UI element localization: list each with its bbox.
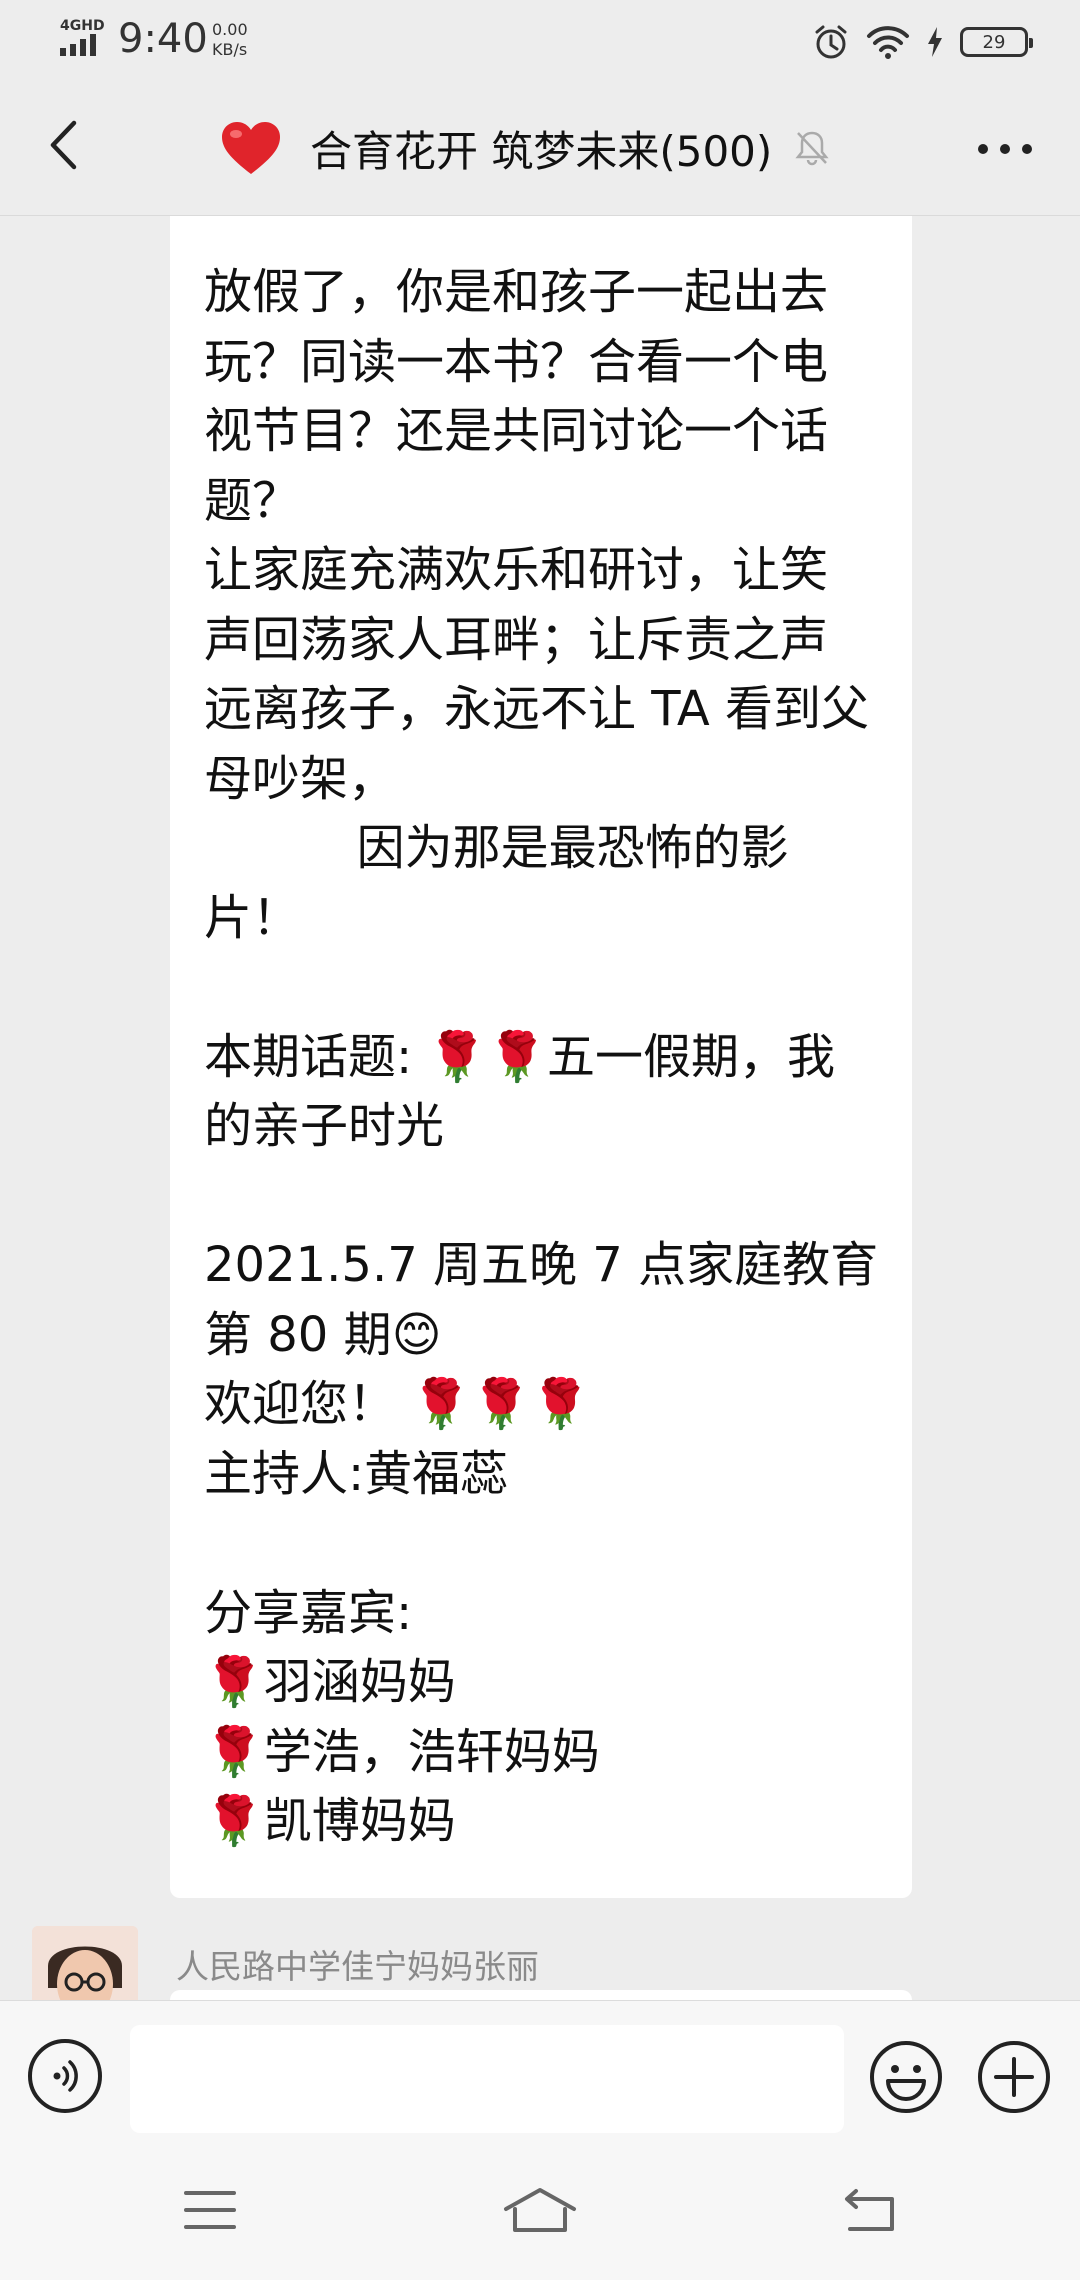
- voice-button[interactable]: [28, 2039, 102, 2113]
- message-line: [204, 1509, 878, 1579]
- next-message-bubble[interactable]: [170, 1990, 912, 2000]
- charging-icon: [928, 27, 942, 57]
- back-nav-icon: [845, 2189, 894, 2231]
- signal-icon: [60, 34, 104, 56]
- message-line: [204, 953, 878, 1023]
- heart-icon: [222, 122, 280, 174]
- message-line: 本期话题: 🌹🌹五一假期，我: [204, 1028, 835, 1085]
- home-button[interactable]: [500, 2180, 580, 2240]
- status-bar: 4GHD 9:40 0.00 KB/s 29: [0, 0, 1080, 80]
- title-group[interactable]: 合育花开 筑梦未来(500): [220, 118, 830, 178]
- input-bar: [0, 2000, 1080, 2140]
- system-nav-bar: [0, 2140, 1080, 2280]
- back-nav-button[interactable]: [830, 2180, 910, 2240]
- wifi-icon: [867, 26, 909, 59]
- speed-unit: KB/s: [212, 40, 248, 59]
- message-line: 主持人:黄福蕊: [204, 1445, 509, 1502]
- muted-bell-icon: [795, 131, 829, 166]
- status-icons: 29: [812, 20, 1033, 64]
- status-time: 9:40: [118, 16, 208, 62]
- message-input[interactable]: [130, 2025, 844, 2133]
- back-button[interactable]: [28, 110, 98, 180]
- message-line: 分享嘉宾:: [204, 1584, 413, 1641]
- message-line: 🌹凯博妈妈: [204, 1793, 456, 1849]
- message-line: 声回荡家人耳畔；让斥责之声: [204, 611, 829, 668]
- message-line: 远离孩子，永远不让 TA 看到父: [204, 681, 869, 737]
- chat-messages[interactable]: 放假了，你是和孩子一起出去 玩？同读一本书？合看一个电 视节目？还是共同讨论一个话题…: [0, 216, 1080, 2000]
- message-line: [204, 1162, 878, 1232]
- message-line: 片！: [204, 889, 301, 946]
- message-line: 第 80 期😊: [204, 1306, 442, 1363]
- menu-button[interactable]: [170, 2180, 250, 2240]
- chevron-left-icon: [50, 120, 77, 170]
- chat-title: 合育花开 筑梦未来(500): [310, 126, 773, 176]
- alarm-icon: [815, 25, 847, 59]
- network-type: 4GHD: [60, 18, 105, 34]
- next-message: 人民路中学佳宁妈妈张丽: [0, 1926, 1080, 2000]
- message-line: 🌹学浩，浩轩妈妈: [204, 1723, 600, 1780]
- more-options-button[interactable]: [970, 124, 1040, 174]
- emoji-icon[interactable]: [868, 2039, 944, 2115]
- speed-value: 0.00: [212, 20, 248, 39]
- message-line: 因为那是最恐怖的影: [204, 820, 789, 876]
- message-line: 欢迎您！ 🌹🌹🌹: [204, 1376, 591, 1432]
- plus-icon[interactable]: [976, 2039, 1052, 2115]
- message-line: 2021.5.7 周五晚 7 点家庭教育: [204, 1237, 879, 1293]
- message-line: 放假了，你是和孩子一起出去: [204, 264, 829, 320]
- message-line: 母吵架，: [204, 750, 397, 807]
- more-dots-icon: [978, 144, 988, 154]
- menu-icon: [184, 2191, 236, 2229]
- sender-name: 人民路中学佳宁妈妈张丽: [176, 1947, 539, 1986]
- battery-level: 29: [960, 27, 1033, 57]
- avatar[interactable]: [32, 1926, 138, 2000]
- network-speed: 0.00 KB/s: [212, 20, 248, 60]
- chat-header: 合育花开 筑梦未来(500): [0, 80, 1080, 216]
- message-bubble[interactable]: 放假了，你是和孩子一起出去 玩？同读一本书？合看一个电 视节目？还是共同讨论一个话题…: [170, 216, 912, 1898]
- message-line: 视节目？还是共同讨论一个话: [204, 403, 829, 459]
- message-line: 让家庭充满欢乐和研讨，让笑: [204, 542, 829, 598]
- message-line: 玩？同读一本书？合看一个电: [204, 333, 829, 390]
- message-line: 🌹羽涵妈妈: [204, 1654, 456, 1710]
- message-line: 的亲子时光: [204, 1098, 445, 1154]
- home-icon: [504, 2188, 576, 2232]
- message-line: 题？: [204, 472, 301, 529]
- voice-icon: [53, 2060, 78, 2092]
